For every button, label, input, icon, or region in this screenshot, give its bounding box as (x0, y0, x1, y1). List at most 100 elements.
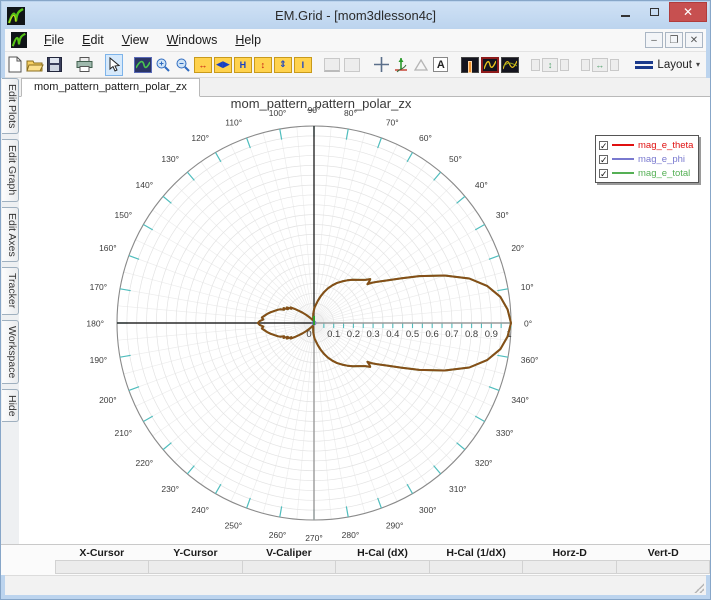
angle-tick (143, 415, 154, 423)
chart-legend: ✓ mag_e_theta ✓ mag_e_phi ✓ mag_e_total (595, 135, 700, 183)
angle-tick (345, 128, 349, 140)
angle-label: 170° (90, 282, 108, 292)
expand-vertical-button[interactable]: ↕ (253, 54, 272, 76)
readout-value-vert-d (615, 560, 710, 574)
angle-label: 270° (305, 533, 323, 543)
triangle-button[interactable] (412, 54, 430, 76)
menu-view[interactable]: View (113, 30, 158, 50)
angle-tick (406, 152, 414, 163)
sidebar-item-edit-plots[interactable]: Edit Plots (2, 78, 19, 135)
sidebar-item-tracker[interactable]: Tracker (2, 267, 19, 315)
chevron-down-icon: ▾ (695, 60, 700, 69)
region-a-button[interactable] (324, 54, 342, 76)
menu-edit[interactable]: Edit (73, 30, 113, 50)
readout-value-horz-d (522, 560, 616, 574)
new-file-button[interactable] (6, 54, 24, 76)
app-window: EM.Grid - [mom3dlesson4c] ✕ File Edit Vi… (0, 0, 711, 600)
angle-tick (456, 442, 466, 451)
legend-entry-phi: ✓ mag_e_phi (599, 152, 693, 166)
maximize-button[interactable] (640, 2, 669, 22)
angle-label: 200° (99, 395, 117, 405)
readout-col-y-cursor: Y-Cursor (173, 546, 218, 559)
v-space-right-icon (560, 58, 570, 71)
readout-col-x-cursor: X-Cursor (79, 546, 125, 559)
legend-line-total (612, 172, 634, 174)
crosshair-button[interactable] (373, 54, 391, 76)
shrink-horizontal-button[interactable]: ◀▶ (213, 54, 232, 76)
angle-label: 260° (269, 530, 287, 540)
angle-tick (377, 137, 382, 149)
pointer-tool-button[interactable] (104, 53, 123, 76)
text-annotation-icon: A (433, 57, 449, 72)
menu-help[interactable]: Help (226, 30, 270, 50)
readout-value-h-cal-dx (335, 560, 429, 574)
angle-tick (119, 354, 131, 358)
readout-value-x-cursor (55, 560, 149, 574)
angle-tick (474, 415, 485, 423)
region-b-button[interactable] (343, 54, 361, 76)
axes-button[interactable] (392, 54, 410, 76)
curve-frame-button[interactable] (481, 54, 500, 76)
sidebar-item-workspace[interactable]: Workspace (2, 319, 19, 384)
angle-tick (345, 506, 349, 518)
layout-button[interactable]: Layout ▾ (629, 57, 706, 73)
angle-label: 140° (136, 180, 154, 190)
menu-windows[interactable]: Windows (158, 30, 227, 50)
minimize-button[interactable] (611, 2, 640, 22)
v-space-group-button[interactable]: ↕ (531, 54, 570, 76)
sidebar-item-edit-axes[interactable]: Edit Axes (2, 206, 19, 263)
title-bar[interactable]: EM.Grid - [mom3dlesson4c] ✕ (2, 2, 709, 29)
readout-col-v-caliper: V-Caliper (266, 546, 312, 559)
v-space-icon: ↕ (542, 57, 559, 72)
angle-label: 50° (449, 154, 462, 164)
mdi-restore-button[interactable]: ❐ (665, 32, 683, 48)
sidebar-item-edit-graph[interactable]: Edit Graph (2, 139, 19, 202)
mdi-minimize-button[interactable]: – (645, 32, 663, 48)
curve-plot-button[interactable] (501, 54, 520, 76)
angle-tick (433, 465, 442, 475)
zoom-out-button[interactable] (174, 54, 192, 76)
legend-line-phi (612, 158, 634, 160)
zoom-in-button[interactable] (154, 54, 172, 76)
h-space-group-button[interactable]: ↔ (580, 54, 619, 76)
angle-tick (406, 483, 414, 494)
save-button[interactable] (46, 54, 64, 76)
h-space-right-icon (609, 58, 619, 71)
layout-label: Layout (657, 58, 692, 71)
angle-tick (119, 288, 131, 292)
angle-tick (377, 497, 382, 509)
checkbox-mag-e-phi[interactable]: ✓ (599, 154, 608, 164)
shrink-horizontal-icon: ◀▶ (213, 56, 232, 73)
angle-tick (279, 128, 283, 140)
angle-label: 190° (90, 355, 108, 365)
angle-label: 300° (419, 505, 437, 515)
print-icon (76, 57, 93, 72)
checkbox-mag-e-theta[interactable]: ✓ (599, 140, 608, 150)
angle-label: 290° (386, 520, 404, 530)
fit-horizontal-button[interactable]: H (233, 54, 252, 76)
angle-tick (214, 483, 222, 494)
angle-label: 330° (496, 428, 514, 438)
radial-label: 0.7 (445, 329, 458, 340)
resize-grip[interactable] (694, 583, 704, 593)
region-a-icon (324, 57, 341, 72)
fit-vertical-button[interactable]: Ι (293, 54, 312, 76)
checkbox-mag-e-total[interactable]: ✓ (599, 168, 608, 178)
angle-label: 230° (161, 484, 179, 494)
angle-tick (186, 465, 195, 475)
angle-label: 70° (386, 118, 399, 128)
expand-horizontal-button[interactable]: ↔ (193, 54, 212, 76)
angle-label: 130° (161, 154, 179, 164)
open-button[interactable] (26, 54, 44, 76)
menu-file[interactable]: File (35, 30, 73, 50)
close-button[interactable]: ✕ (669, 2, 707, 22)
print-button[interactable] (75, 54, 93, 76)
pointer-icon (109, 57, 120, 72)
sidebar-item-hide[interactable]: Hide (2, 388, 19, 423)
angle-label: 280° (342, 530, 360, 540)
fit-view-button[interactable] (134, 54, 153, 76)
shrink-vertical-button[interactable]: ⇕ (273, 54, 292, 76)
mdi-close-button[interactable]: ✕ (685, 32, 703, 48)
text-button[interactable]: A (432, 54, 450, 76)
bar-plot-button[interactable] (461, 54, 480, 76)
